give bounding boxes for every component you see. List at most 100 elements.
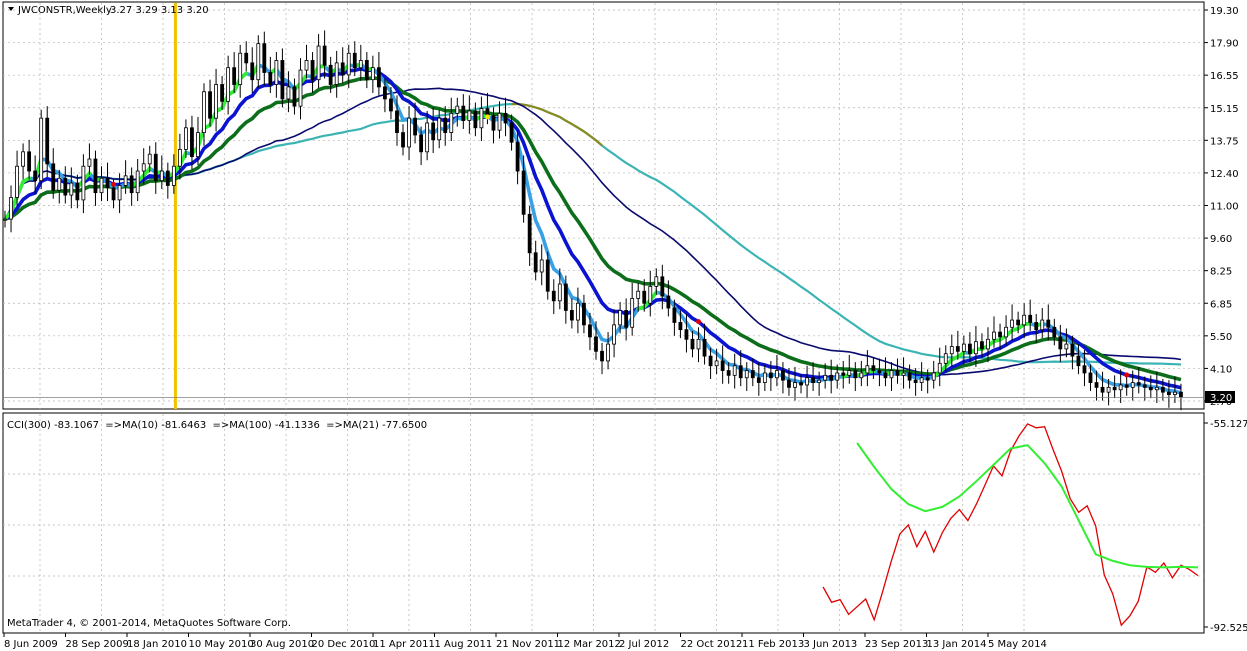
candle-body: [1094, 382, 1099, 388]
candle-body: [636, 290, 641, 299]
candle-body: [961, 343, 966, 352]
candle-body: [648, 286, 653, 304]
candle-body: [877, 370, 882, 374]
y-tick-label: 4.10: [1210, 364, 1232, 375]
candle-body: [1016, 319, 1021, 326]
candle-body: [1046, 319, 1051, 328]
candle-body: [720, 360, 725, 371]
candle-body: [943, 353, 948, 364]
candle-body: [165, 170, 170, 186]
candle-body: [153, 153, 158, 182]
candle-body: [781, 370, 785, 381]
candle-body: [21, 151, 25, 167]
candle-body: [171, 165, 176, 186]
candle-body: [159, 170, 164, 182]
candle-body: [618, 310, 623, 326]
trading-chart[interactable]: 19.30 17.90 16.55 15.15 13.75 12.40 11.00 9.60 8…: [0, 0, 1247, 651]
y-tick-label: -55.1278: [1210, 419, 1247, 430]
candle-body: [1010, 319, 1015, 328]
signal-dot: [484, 114, 490, 120]
candle-body: [81, 165, 86, 201]
x-tick-label: 8 Jun 2009: [4, 639, 58, 650]
candle-body: [672, 307, 677, 323]
candle-body: [696, 338, 701, 350]
candle-body: [370, 67, 375, 81]
candle-body: [177, 149, 182, 167]
candle-body: [190, 127, 194, 158]
signal-dot: [1124, 372, 1130, 378]
candle-body: [226, 67, 231, 102]
candle-body: [853, 370, 858, 379]
x-tick-label: 5 May 2014: [988, 639, 1047, 650]
candle-body: [1173, 391, 1177, 395]
candle-body: [467, 110, 472, 121]
candle-body: [214, 84, 218, 119]
symbol-title: JWCONSTR,Weekly: [17, 5, 112, 16]
candle-body: [27, 151, 32, 172]
candle-body: [352, 52, 357, 69]
x-tick-label: 20 Dec 2010: [312, 639, 376, 650]
candle-body: [805, 377, 809, 386]
candle-body: [1028, 314, 1033, 323]
candle-body: [401, 132, 405, 148]
candle-body: [310, 60, 315, 81]
candle-body: [551, 290, 556, 302]
y-tick-label: 8.25: [1210, 267, 1232, 278]
candle-body: [1058, 336, 1063, 350]
candle-body: [527, 213, 532, 254]
candle-body: [775, 370, 779, 379]
signal-dot: [696, 319, 702, 325]
candle-body: [503, 112, 508, 124]
candle-body: [497, 112, 502, 131]
x-tick-label: 22 Oct 2012: [681, 639, 743, 650]
candle-body: [184, 127, 188, 150]
candle-body: [545, 259, 550, 292]
candle-body: [588, 324, 592, 338]
candle-body: [129, 175, 134, 194]
x-tick-label: 13 Jan 2014: [927, 639, 987, 650]
candle-body: [9, 197, 13, 220]
candle-body: [196, 132, 200, 158]
candle-body: [87, 158, 92, 167]
x-tick-label: 28 Sep 2009: [66, 639, 129, 650]
candle-body: [913, 379, 918, 383]
candle-body: [262, 43, 267, 73]
candle-body: [238, 52, 243, 85]
candle-body: [346, 52, 351, 76]
candle-body: [521, 170, 526, 215]
x-tick-label: 11 Apr 2011: [373, 639, 435, 650]
candle-body: [744, 370, 749, 379]
candle-body: [666, 295, 671, 309]
candle-body: [147, 153, 152, 165]
candle-body: [678, 322, 683, 331]
candle-body: [117, 185, 122, 201]
candle-body: [630, 298, 635, 328]
candle-body: [105, 177, 110, 189]
candle-body: [1106, 386, 1111, 393]
candle-body: [829, 374, 834, 381]
candle-body: [75, 182, 80, 201]
candle-body: [515, 141, 520, 172]
y-tick-label: 11.00: [1210, 202, 1239, 213]
y-tick-label: 6.85: [1210, 299, 1232, 310]
candle-body: [1052, 326, 1057, 338]
candle-body: [1148, 386, 1153, 391]
candle-body: [45, 117, 50, 165]
candle-body: [949, 346, 954, 355]
candle-body: [93, 158, 98, 194]
candle-body: [847, 370, 852, 376]
y-tick-label: 19.30: [1210, 6, 1239, 17]
ohlc-values: 3.27 3.29 3.13 3.20: [110, 5, 209, 16]
candle-body: [63, 177, 68, 196]
candle-body: [582, 302, 586, 326]
candle-body: [612, 324, 616, 345]
symbol-header: JWCONSTR,Weekly 3.27 3.29 3.13 3.20: [8, 5, 209, 16]
candle-body: [768, 372, 773, 379]
candle-body: [461, 105, 466, 121]
candle-body: [479, 108, 484, 129]
candle-body: [425, 122, 430, 153]
candle-body: [895, 370, 900, 376]
candle-body: [33, 170, 38, 182]
price-y-axis: 19.30 17.90 16.55 15.15 13.75 12.40 11.00 9.60 8…: [1204, 6, 1239, 408]
candle-body: [3, 218, 7, 221]
